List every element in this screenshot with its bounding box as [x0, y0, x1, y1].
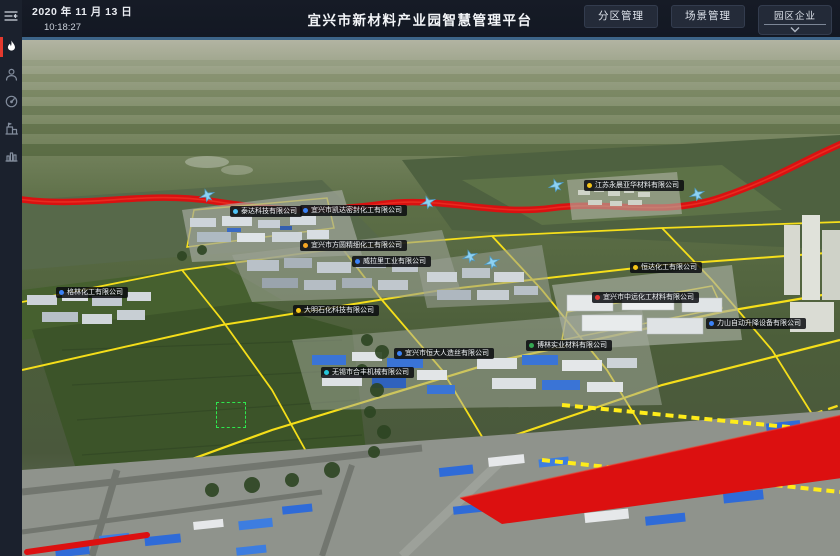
company-pin-icon	[303, 243, 308, 248]
company-label[interactable]: 格林化工有限公司	[56, 287, 128, 298]
current-time: 10:18:27	[44, 22, 132, 33]
company-label-text: 格林化工有限公司	[67, 289, 123, 296]
company-label-text: 宜兴市方圆精细化工有限公司	[311, 242, 402, 249]
company-label[interactable]: 恒达化工有限公司	[630, 262, 702, 273]
company-label[interactable]: 江苏永晨亚华材料有限公司	[584, 180, 684, 191]
company-pin-icon	[59, 290, 64, 295]
company-pin-icon	[397, 351, 402, 356]
company-label-text: 力山自动升降设备有限公司	[717, 320, 801, 327]
company-label-text: 恒达化工有限公司	[641, 264, 697, 271]
park-enterprise-dropdown[interactable]: 园区企业	[758, 5, 832, 35]
company-pin-icon	[296, 308, 301, 313]
company-pin-icon	[633, 265, 638, 270]
company-pin-icon	[709, 321, 714, 326]
selection-box	[216, 402, 246, 428]
park-enterprise-dropdown-label: 园区企业	[764, 8, 826, 25]
flame-icon[interactable]	[0, 36, 22, 58]
left-sidebar	[0, 0, 22, 556]
header-actions: 分区管理 场景管理 园区企业	[584, 5, 832, 35]
company-label[interactable]: 宜兴市凯达密封化工有限公司	[300, 205, 407, 216]
company-pin-icon	[529, 343, 534, 348]
user-icon[interactable]	[0, 63, 22, 85]
current-date: 2020 年 11 月 13 日	[32, 4, 132, 19]
zone-management-button[interactable]: 分区管理	[584, 5, 658, 28]
bar-chart-icon[interactable]	[0, 144, 22, 166]
gauge-icon[interactable]	[0, 90, 22, 112]
company-label-text: 江苏永晨亚华材料有限公司	[595, 182, 679, 189]
menu-icon[interactable]	[0, 5, 22, 27]
map-3d-scene	[22, 40, 840, 556]
company-label-text: 宜兴市凯达密封化工有限公司	[311, 207, 402, 214]
company-pin-icon	[233, 209, 238, 214]
company-label[interactable]: 宜兴市方圆精细化工有限公司	[300, 240, 407, 251]
company-label[interactable]: 宜兴市中远化工材料有限公司	[592, 292, 699, 303]
company-label[interactable]: 泰达科技有限公司	[230, 206, 302, 217]
company-pin-icon	[587, 183, 592, 188]
scene-management-button[interactable]: 场景管理	[671, 5, 745, 28]
company-pin-icon	[324, 370, 329, 375]
chevron-down-icon	[789, 26, 801, 33]
company-label-text: 博林实业材料有限公司	[537, 342, 607, 349]
company-label[interactable]: 力山自动升降设备有限公司	[706, 318, 806, 329]
top-header: 2020 年 11 月 13 日 10:18:27 宜兴市新材料产业园智慧管理平…	[0, 0, 840, 40]
factory-icon[interactable]	[0, 117, 22, 139]
company-label-text: 威拉里工业有限公司	[363, 258, 426, 265]
company-label[interactable]: 无锡市合丰机械有限公司	[321, 367, 414, 378]
company-label-text: 宜兴市中远化工材料有限公司	[603, 294, 694, 301]
company-label[interactable]: 大明石化科技有限公司	[293, 305, 379, 316]
company-pin-icon	[303, 208, 308, 213]
company-label-text: 无锡市合丰机械有限公司	[332, 369, 409, 376]
company-label-text: 宜兴市恒大人造丝有限公司	[405, 350, 489, 357]
datetime-block: 2020 年 11 月 13 日 10:18:27	[32, 4, 132, 33]
company-label[interactable]: 威拉里工业有限公司	[352, 256, 431, 267]
company-pin-icon	[595, 295, 600, 300]
company-label-text: 大明石化科技有限公司	[304, 307, 374, 314]
map-3d-viewport[interactable]: 泰达科技有限公司 宜兴市凯达密封化工有限公司宜兴市方圆精细化工有限公司威拉里工业有…	[22, 40, 840, 556]
company-pin-icon	[355, 259, 360, 264]
company-label[interactable]: 博林实业材料有限公司	[526, 340, 612, 351]
company-label[interactable]: 宜兴市恒大人造丝有限公司	[394, 348, 494, 359]
company-label-text: 泰达科技有限公司	[241, 208, 297, 215]
